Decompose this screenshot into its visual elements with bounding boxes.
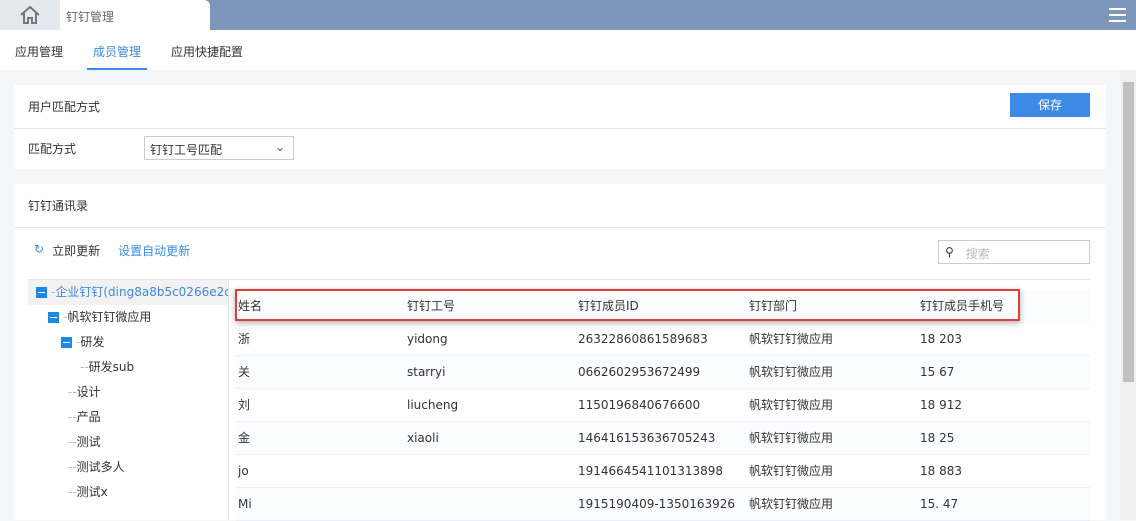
tab-app-manage[interactable]: 应用管理 (15, 30, 63, 70)
table-cell: jo (238, 464, 249, 478)
table-cell: 18 883 (920, 464, 962, 478)
scrollbar[interactable] (1120, 70, 1136, 520)
sub-nav: 应用管理 成员管理 应用快捷配置 (0, 30, 1136, 70)
table-cell: 帆软钉钉微应用 (749, 332, 834, 346)
table-cell: 18 203 (920, 332, 962, 346)
auto-update-link[interactable]: 设置自动更新 (118, 242, 190, 259)
table-cell: 15. 47 (920, 497, 959, 511)
table-cell: 1914664541101313898 (578, 464, 724, 478)
table-cell: 1150196840676600 (578, 398, 701, 412)
refresh-icon[interactable]: ↻ (34, 242, 44, 259)
table-row[interactable]: Mi 1915190409-1350163926 帆软钉钉微应用 15. 47 (236, 488, 1090, 521)
table-cell: 帆软钉钉微应用 (749, 431, 834, 445)
contacts-panel: 钉钉通讯录 ↻ 立即更新 设置自动更新 ⚲ 搜索 -企业钉钉(ding8a8b5c… (14, 184, 1106, 521)
highlight-box (235, 289, 1020, 321)
tree-node[interactable]: --测试 (28, 430, 228, 455)
chevron-down-icon: ⌄ (274, 140, 285, 154)
tab-dingding[interactable]: 钉钉管理 (60, 0, 210, 30)
match-label: 匹配方式 (28, 142, 77, 156)
search-icon: ⚲ (945, 245, 954, 259)
collapse-icon[interactable] (36, 287, 47, 298)
tree-node[interactable]: -企业钉钉(ding8a8b5c0266e2d68 (28, 280, 228, 305)
collapse-icon[interactable] (48, 312, 59, 323)
table-cell: starryi (407, 365, 446, 379)
tree-node[interactable]: --设计 (28, 380, 228, 405)
tree-node[interactable]: -帆软钉钉微应用 (28, 305, 228, 330)
tree-node[interactable]: --产品 (28, 405, 228, 430)
match-panel: 用户匹配方式 保存 匹配方式 钉钉工号匹配 ⌄ (14, 85, 1106, 169)
table-cell: 15 67 (920, 365, 955, 379)
table-cell: 帆软钉钉微应用 (749, 398, 834, 412)
table-cell: 1915190409-1350163926 (578, 497, 736, 511)
table-cell: 18 25 (920, 431, 955, 445)
table-cell: 帆软钉钉微应用 (749, 464, 834, 478)
table-row[interactable]: 刘 liucheng 1150196840676600 帆软钉钉微应用 18 912 (236, 389, 1090, 422)
tab-member-manage[interactable]: 成员管理 (87, 30, 148, 70)
match-value: 钉钉工号匹配 (150, 143, 223, 157)
table-row[interactable]: 金 xiaoli 146416153636705243 帆软钉钉微应用 18 25 (236, 422, 1090, 455)
contacts-title: 钉钉通讯录 (14, 184, 1106, 228)
scrollbar-thumb[interactable] (1123, 82, 1134, 382)
tree-node[interactable]: --测试多人 (28, 455, 228, 480)
table-cell: 帆软钉钉微应用 (749, 497, 834, 511)
collapse-icon[interactable] (61, 337, 72, 348)
match-select[interactable]: 钉钉工号匹配 ⌄ (144, 136, 294, 160)
top-bar: 钉钉管理 (0, 0, 1136, 30)
table-cell: 146416153636705243 (578, 431, 716, 445)
match-title: 用户匹配方式 (14, 85, 1106, 129)
tree-node[interactable]: --研发sub (28, 355, 228, 380)
table-cell: 关 (238, 365, 251, 379)
table-cell: yidong (407, 332, 448, 346)
table-row[interactable]: jo 1914664541101313898 帆软钉钉微应用 18 883 (236, 455, 1090, 488)
table-cell (407, 455, 578, 487)
tree-node[interactable]: -研发 (28, 330, 228, 355)
table-cell: 刘 (238, 398, 251, 412)
refresh-button[interactable]: 立即更新 (52, 242, 100, 259)
table-cell: 金 (238, 431, 251, 445)
search-placeholder: 搜索 (965, 247, 990, 261)
table-cell: liucheng (407, 398, 459, 412)
table-cell: 浙 (238, 332, 251, 346)
search-input[interactable]: ⚲ 搜索 (938, 240, 1090, 264)
save-button[interactable]: 保存 (1010, 93, 1090, 117)
table-cell: 帆软钉钉微应用 (749, 365, 834, 379)
table-row[interactable]: 关 starryi 0662602953672499 帆软钉钉微应用 15 67 (236, 356, 1090, 389)
table-cell (407, 488, 578, 520)
member-table: 姓名 钉钉工号 钉钉成员ID 钉钉部门 钉钉成员手机号 浙 yidong 26322… (236, 290, 1090, 521)
table-cell: 0662602953672499 (578, 365, 701, 379)
table-cell: 26322860861589683 (578, 332, 708, 346)
table-cell: 18 912 (920, 398, 962, 412)
menu-icon[interactable] (1109, 8, 1126, 26)
dept-tree: -企业钉钉(ding8a8b5c0266e2d68 -帆软钉钉微应用 -研发 -… (28, 280, 229, 520)
tab-quick-config[interactable]: 应用快捷配置 (171, 30, 243, 70)
tree-node[interactable]: --测试x (28, 480, 228, 505)
table-cell: xiaoli (407, 431, 439, 445)
home-icon (20, 5, 40, 24)
table-cell: Mi (238, 497, 252, 511)
table-row[interactable]: 浙 yidong 26322860861589683 帆软钉钉微应用 18 203 (236, 323, 1090, 356)
home-button[interactable] (0, 0, 60, 30)
